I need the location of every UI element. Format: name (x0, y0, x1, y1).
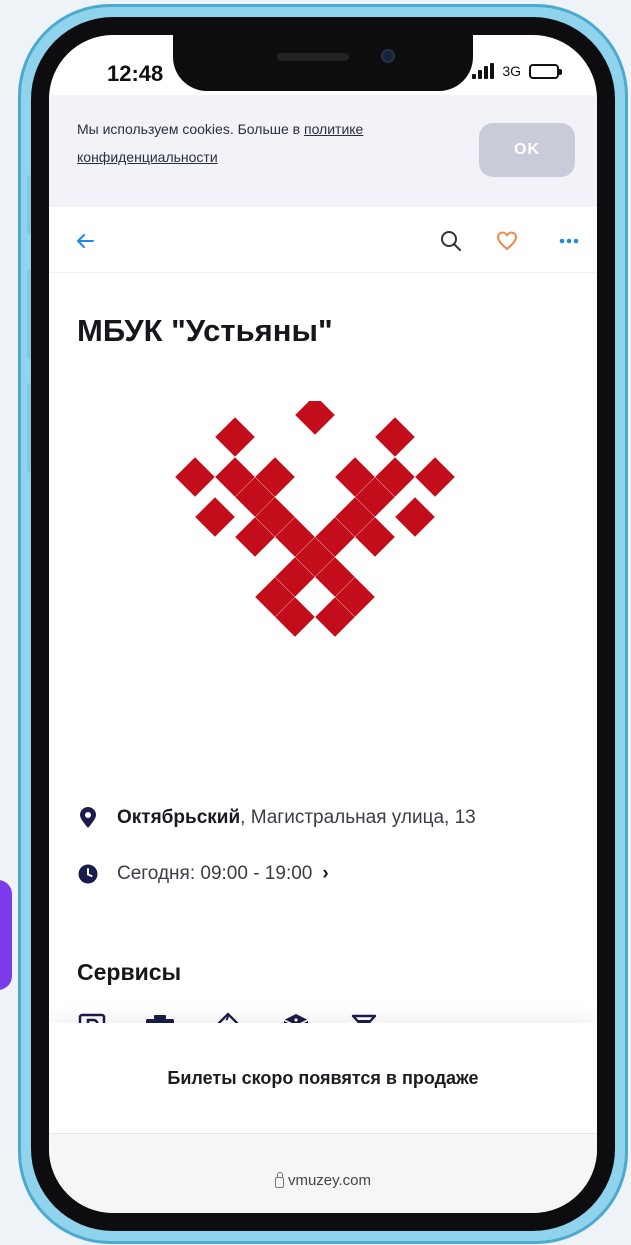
heart-icon[interactable] (493, 227, 521, 255)
cookie-ok-button[interactable]: OK (479, 123, 575, 177)
hours-row[interactable]: Сегодня: 09:00 - 19:00 › (77, 859, 597, 889)
page-title: МБУК "Устьяны" (77, 313, 333, 348)
battery-icon (529, 63, 562, 79)
arrow-left-icon[interactable] (71, 227, 99, 255)
phone-frame: 12:48 3G Мы используем cookies. Больше в… (18, 4, 628, 1244)
lock-icon (274, 1171, 284, 1188)
services-title: Сервисы (77, 959, 182, 985)
background-card (0, 880, 12, 990)
address-row[interactable]: Октябрьский, Магистральная улица, 13 (77, 803, 597, 833)
hours-chevron-icon: › (322, 863, 329, 884)
museum-logo (49, 401, 597, 711)
address-text: Октябрьский, Магистральная улица, 13 (117, 807, 476, 829)
signal-icon (472, 63, 495, 79)
notch (173, 35, 473, 91)
toolbar (49, 207, 597, 273)
phone-screen: 12:48 3G Мы используем cookies. Больше в… (49, 35, 597, 1213)
tickets-status-text: Билеты скоро появятся в продаже (167, 1067, 479, 1088)
address-street: , Магистральная улица, 13 (240, 807, 476, 828)
cookie-text-lead: Мы используем cookies. Больше в (77, 121, 304, 137)
network-type: 3G (502, 63, 521, 79)
search-icon[interactable] (437, 227, 465, 255)
browser-address-bar[interactable]: vmuzey.com (49, 1133, 597, 1213)
phone-bezel: 12:48 3G Мы используем cookies. Больше в… (31, 17, 615, 1231)
clock-icon (77, 863, 99, 885)
speaker (277, 53, 349, 61)
url-text: vmuzey.com (287, 1172, 372, 1189)
status-time: 12:48 (107, 61, 164, 86)
privacy-link-line-2: конфиденциальности (77, 149, 218, 165)
front-camera (381, 49, 395, 63)
ornament-logo-icon (175, 401, 455, 637)
location-pin-icon (77, 807, 99, 829)
cookie-text: Мы используем cookies. Больше в политике… (77, 115, 447, 171)
hours-text: Сегодня: 09:00 - 19:00 (117, 863, 313, 884)
url-display: vmuzey.com (274, 1148, 372, 1213)
cookie-banner: Мы используем cookies. Больше в политике… (49, 95, 597, 207)
privacy-link-line-1: политике (303, 121, 364, 137)
status-indicators: 3G (472, 63, 562, 79)
address-city: Октябрьский (117, 807, 241, 828)
more-dots-icon[interactable] (555, 227, 583, 255)
tickets-panel: Билеты скоро появятся в продаже (49, 1023, 597, 1133)
